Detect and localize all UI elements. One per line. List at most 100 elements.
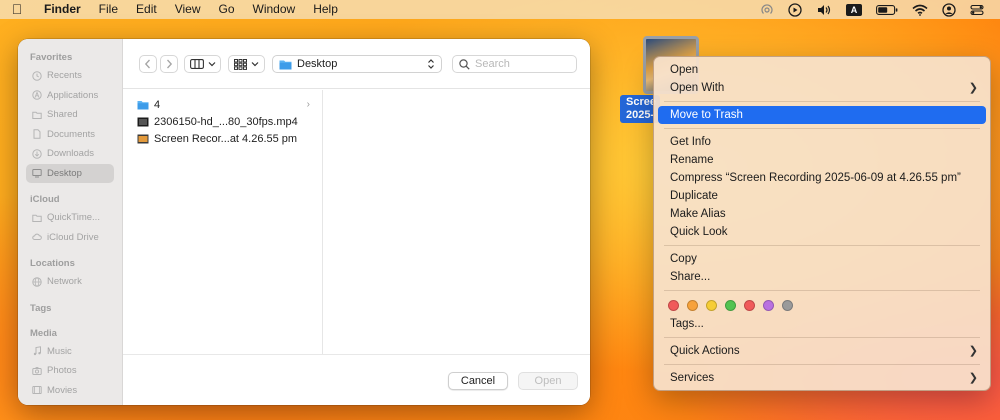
open-button[interactable]: Open — [518, 372, 578, 390]
chevron-right-icon — [167, 59, 173, 69]
folder-icon — [137, 100, 149, 109]
menu-item-copy[interactable]: Copy — [658, 250, 986, 268]
tag-red-2-dot[interactable] — [744, 299, 755, 311]
menu-item-label: Open With — [670, 82, 725, 94]
forward-button[interactable] — [160, 55, 178, 73]
list-item[interactable]: Screen Recor...at 4.26.55 pm — [123, 130, 322, 147]
menu-separator — [664, 364, 980, 365]
cloud-icon — [32, 233, 42, 241]
tag-green-dot[interactable] — [725, 299, 736, 311]
sidebar-item-label: QuickTime... — [47, 212, 100, 224]
sidebar-item-label: Photos — [47, 365, 77, 377]
menu-item-move-to-trash[interactable]: Move to Trash — [658, 106, 986, 124]
menu-help[interactable]: Help — [313, 0, 338, 19]
tag-orange-dot[interactable] — [687, 299, 698, 311]
apple-menu-icon[interactable]:  — [0, 0, 34, 19]
list-item[interactable]: 4 › — [123, 96, 322, 113]
video-file-icon — [137, 117, 149, 126]
menu-edit[interactable]: Edit — [136, 0, 157, 19]
sidebar-heading-locations: Locations — [30, 258, 75, 269]
control-center-icon[interactable] — [970, 0, 984, 19]
screen-recording-icon — [137, 134, 149, 143]
volume-icon[interactable] — [816, 0, 832, 19]
file-name: Screen Recor...at 4.26.55 pm — [154, 132, 298, 145]
airdrop-icon[interactable] — [760, 0, 774, 19]
menu-item-tags[interactable]: Tags... — [658, 315, 986, 333]
location-popup[interactable]: Desktop — [272, 55, 442, 73]
dialog-toolbar: Desktop — [123, 39, 590, 89]
sidebar-item-documents[interactable]: Documents — [26, 125, 114, 145]
menu-item-open[interactable]: Open — [658, 61, 986, 79]
menu-window[interactable]: Window — [253, 0, 296, 19]
chevron-up-down-icon — [427, 58, 435, 70]
sidebar-item-desktop[interactable]: Desktop — [26, 163, 114, 183]
sidebar-item-label: Downloads — [47, 148, 94, 160]
sidebar-heading-tags[interactable]: Tags — [18, 300, 122, 317]
back-button[interactable] — [139, 55, 157, 73]
folder-icon — [32, 214, 42, 222]
applications-icon — [32, 90, 42, 100]
sidebar-item-music[interactable]: Music — [26, 342, 114, 362]
grid-icon — [234, 58, 247, 70]
menu-item-rename[interactable]: Rename — [658, 151, 986, 169]
input-source-icon[interactable]: A — [846, 0, 862, 19]
menu-item-open-with[interactable]: Open With ❯ — [658, 79, 986, 97]
clock-icon — [32, 71, 42, 81]
sidebar-item-quicktime[interactable]: QuickTime... — [26, 208, 114, 228]
sidebar-item-label: Desktop — [47, 167, 82, 179]
film-icon — [32, 386, 42, 395]
battery-icon[interactable] — [876, 0, 898, 19]
menu-item-get-info[interactable]: Get Info — [658, 133, 986, 151]
menu-item-quick-actions[interactable]: Quick Actions ❯ — [658, 342, 986, 360]
sidebar-item-label: Documents — [47, 128, 96, 140]
user-account-icon[interactable] — [942, 0, 956, 19]
file-name: 4 — [154, 98, 161, 111]
context-menu: Open Open With ❯ Move to Trash Get Info … — [653, 56, 991, 391]
sidebar-item-downloads[interactable]: Downloads — [26, 144, 114, 164]
sidebar-item-applications[interactable]: Applications — [26, 86, 114, 106]
chevron-down-icon — [208, 62, 215, 67]
sidebar-item-photos[interactable]: Photos — [26, 361, 114, 381]
chevron-right-icon: › — [306, 99, 310, 110]
menu-separator — [664, 337, 980, 338]
menu-item-make-alias[interactable]: Make Alias — [658, 205, 986, 223]
now-playing-icon[interactable] — [788, 0, 802, 19]
menu-item-services[interactable]: Services ❯ — [658, 369, 986, 387]
menu-finder[interactable]: Finder — [44, 0, 81, 19]
menu-separator — [664, 128, 980, 129]
tag-yellow-dot[interactable] — [706, 299, 717, 311]
dialog-footer: Cancel Open — [123, 354, 590, 405]
chevron-down-icon — [251, 62, 259, 67]
sidebar-item-icloud-drive[interactable]: iCloud Drive — [26, 228, 114, 248]
menu-item-quick-look[interactable]: Quick Look — [658, 223, 986, 241]
tag-gray-dot[interactable] — [782, 299, 793, 311]
wifi-icon[interactable] — [912, 0, 928, 19]
search-icon — [459, 58, 470, 70]
menu-item-share[interactable]: Share... — [658, 268, 986, 286]
column-view-icon — [189, 59, 204, 69]
sidebar-item-network[interactable]: Network — [26, 272, 114, 292]
group-by-button[interactable] — [228, 55, 265, 73]
menu-file[interactable]: File — [99, 0, 118, 19]
menu-item-label: Services — [670, 372, 715, 384]
search-field[interactable] — [452, 55, 577, 73]
sidebar-item-recents[interactable]: Recents — [26, 66, 114, 86]
sidebar-item-label: iCloud Drive — [47, 231, 99, 243]
menu-item-label: Quick Actions — [670, 345, 740, 357]
open-file-dialog: Favorites Recents Applications Shared Do… — [18, 39, 590, 405]
menu-item-compress[interactable]: Compress “Screen Recording 2025-06-09 at… — [658, 169, 986, 187]
tag-purple-dot[interactable] — [763, 299, 774, 311]
menu-go[interactable]: Go — [219, 0, 235, 19]
tag-color-row — [654, 295, 990, 315]
sidebar-item-movies[interactable]: Movies — [26, 381, 114, 401]
sidebar-item-shared[interactable]: Shared — [26, 105, 114, 125]
sidebar-item-label: Network — [47, 276, 82, 288]
menu-item-duplicate[interactable]: Duplicate — [658, 187, 986, 205]
cancel-button[interactable]: Cancel — [448, 372, 508, 390]
document-icon — [33, 129, 41, 139]
tag-red-dot[interactable] — [668, 299, 679, 311]
search-input[interactable] — [475, 58, 571, 70]
column-view-button[interactable] — [184, 55, 221, 73]
menu-view[interactable]: View — [175, 0, 201, 19]
list-item[interactable]: 2306150-hd_...80_30fps.mp4 — [123, 113, 322, 130]
